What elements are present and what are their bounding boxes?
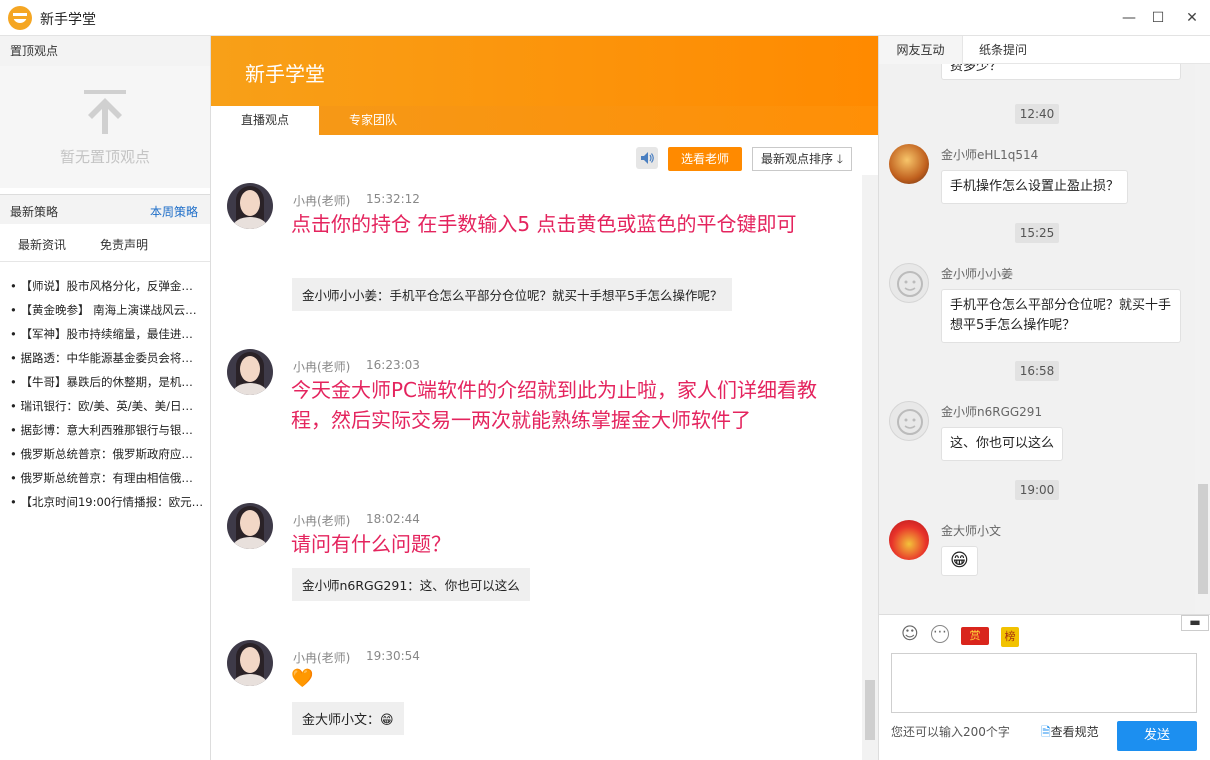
pin-top-icon (84, 90, 126, 134)
feed-toolbar: 选看老师 最新观点排序 🡓 (211, 135, 862, 175)
chat-scroll-thumb[interactable] (1198, 484, 1208, 594)
close-button[interactable]: ✕ (1181, 8, 1203, 28)
teacher-avatar (227, 503, 273, 549)
news-item[interactable]: • 【军神】股市持续缩量，最佳进… (0, 322, 210, 346)
user-avatar (889, 263, 929, 303)
collapse-button[interactable]: ▬ (1181, 615, 1209, 631)
chat-bubble: 费多少？ (941, 64, 1181, 80)
time-divider: 15:25 (1015, 223, 1059, 243)
post-author: 小冉(老师) (293, 514, 351, 528)
pinned-empty-area: 暂无置顶观点 (0, 66, 210, 188)
post-time: 16:23:03 (366, 358, 420, 372)
char-limit-hint: 您还可以输入200个字 (891, 725, 1010, 739)
news-list: • 【师说】股市风格分化，反弹金… • 【黄金晚参】 南海上演谍战风云… • 【… (0, 274, 210, 514)
news-item[interactable]: • 据路透：中华能源基金委员会将… (0, 346, 210, 370)
pinned-header: 置顶观点 (0, 36, 210, 66)
center-tabs: 直播观点 专家团队 (211, 106, 878, 135)
chat-username: 金小师eHL1q514 (941, 148, 1039, 162)
post-quote: 金小师小小姜：手机平仓怎么平部分仓位呢？就买十手想平5手怎么操作呢？ (292, 278, 733, 311)
user-avatar (889, 520, 929, 560)
post-message: 请问有什么问题？ (291, 532, 451, 556)
left-panel: 置顶观点 暂无置顶观点 最新策略 本周策略 最新资讯 免责声明 • 【师说】股市… (0, 36, 211, 760)
post-message: 点击你的持仓 在手数输入5 点击黄色或蓝色的平仓键即可 (291, 212, 797, 236)
default-avatar-icon (897, 271, 923, 297)
default-avatar-icon (897, 409, 923, 435)
speaker-icon[interactable] (636, 147, 658, 169)
chat-username: 金大师小文 (941, 524, 1002, 538)
banner: 新手学堂 (211, 36, 878, 106)
reward-icon[interactable]: 赏 (961, 627, 989, 645)
window-title: 新手学堂 (40, 12, 96, 28)
strategy-header: 最新策略 本周策略 (0, 194, 210, 224)
time-divider: 12:40 (1015, 104, 1059, 124)
chat-bubble: 这、你也可以这么 (941, 427, 1064, 461)
more-icon[interactable]: ⋯ (931, 625, 949, 643)
news-item[interactable]: • 据彭博：意大利西雅那银行与银… (0, 418, 210, 442)
right-tabs: 网友互动 纸条提问 (879, 36, 1210, 64)
chat-area: 费多少？ 12:40 金小师eHL1q514 手机操作怎么设置止盈止损？ 15:… (879, 64, 1195, 614)
chat-username: 金小师n6RGG291 (941, 405, 1043, 419)
user-avatar (889, 144, 929, 184)
post-time: 15:32:12 (366, 192, 420, 206)
news-item[interactable]: • 【黄金晚参】 南海上演谍战风云… (0, 298, 210, 322)
news-item[interactable]: • 俄罗斯总统普京：俄罗斯政府应… (0, 442, 210, 466)
pinned-empty-text: 暂无置顶观点 (59, 148, 150, 166)
time-divider: 19:00 (1015, 480, 1059, 500)
left-tabs: 最新资讯 免责声明 (0, 226, 210, 262)
news-item[interactable]: • 【师说】股市风格分化，反弹金… (0, 274, 210, 298)
grin-emoji: 😁 (941, 546, 978, 576)
minimize-button[interactable]: — (1118, 8, 1140, 28)
banner-title: 新手学堂 (245, 62, 325, 86)
tab-user-interaction[interactable]: 网友互动 (879, 36, 963, 64)
app-logo-icon (8, 6, 32, 30)
heart-emoji: 🧡 (291, 668, 314, 689)
teacher-avatar (227, 349, 273, 395)
teacher-avatar (227, 640, 273, 686)
emoji-icon[interactable]: ☺ (901, 624, 919, 644)
feed-scrollbar[interactable] (862, 175, 878, 760)
chat-bubble: 手机平仓怎么平部分仓位呢？就买十手想平5手怎么操作呢？ (941, 289, 1181, 343)
tab-latest-news[interactable]: 最新资讯 (18, 236, 66, 253)
live-feed: 小冉(老师) 15:32:12 点击你的持仓 在手数输入5 点击黄色或蓝色的平仓… (211, 175, 862, 760)
weekly-strategy-link[interactable]: 本周策略 (150, 203, 198, 220)
feed-scroll-thumb[interactable] (865, 680, 875, 740)
composer: ▬ ☺ ⋯ 赏 榜 您还可以输入200个字 🗎查看规范 发送 (879, 614, 1210, 760)
title-bar: 新手学堂 — ☐ ✕ (0, 0, 1210, 36)
tab-disclaimer[interactable]: 免责声明 (100, 236, 148, 253)
post-author: 小冉(老师) (293, 360, 351, 374)
news-item[interactable]: • 瑞讯银行：欧/美、英/美、美/日… (0, 394, 210, 418)
tab-expert-team[interactable]: 专家团队 (349, 106, 397, 135)
time-divider: 16:58 (1015, 361, 1059, 381)
select-teacher-button[interactable]: 选看老师 (668, 147, 742, 171)
post-author: 小冉(老师) (293, 194, 351, 208)
message-input[interactable] (891, 653, 1197, 713)
post-message: 今天金大师PC端软件的介绍就到此为止啦，家人们详细看教程，然后实际交易一两次就能… (291, 378, 818, 432)
sort-latest-button[interactable]: 最新观点排序 🡓 (752, 147, 852, 171)
strategy-label: 最新策略 (10, 205, 59, 219)
post-quote: 金大师小文：😁 (292, 702, 404, 735)
teacher-avatar (227, 183, 273, 229)
maximize-button[interactable]: ☐ (1147, 8, 1169, 28)
document-icon: 🗎 (1041, 725, 1051, 739)
rank-icon[interactable]: 榜 (1001, 627, 1019, 647)
chat-bubble: 手机操作怎么设置止盈止损？ (941, 170, 1129, 204)
right-panel: 网友互动 纸条提问 费多少？ 12:40 金小师eHL1q514 手机操作怎么设… (878, 36, 1210, 760)
chat-scrollbar[interactable] (1195, 64, 1210, 614)
tab-live-views[interactable]: 直播观点 (211, 106, 319, 135)
center-panel: 新手学堂 直播观点 专家团队 选看老师 最新观点排序 🡓 小冉(老师) 15:3… (211, 36, 878, 760)
tab-note-question[interactable]: 纸条提问 (979, 36, 1027, 64)
post-time: 18:02:44 (366, 512, 420, 526)
news-item[interactable]: • 俄罗斯总统普京：有理由相信俄… (0, 466, 210, 490)
view-rules-label: 查看规范 (1050, 725, 1099, 739)
post-quote: 金小师n6RGG291：这、你也可以这么 (292, 568, 530, 601)
view-rules-link[interactable]: 🗎查看规范 (1041, 723, 1099, 744)
news-item[interactable]: • 【牛哥】暴跌后的休整期，是机… (0, 370, 210, 394)
send-button[interactable]: 发送 (1117, 721, 1197, 751)
post-time: 19:30:54 (366, 649, 420, 663)
user-avatar (889, 401, 929, 441)
chat-username: 金小师小小姜 (941, 267, 1014, 281)
news-item[interactable]: • 【北京时间19:00行情播报：欧元… (0, 490, 210, 514)
